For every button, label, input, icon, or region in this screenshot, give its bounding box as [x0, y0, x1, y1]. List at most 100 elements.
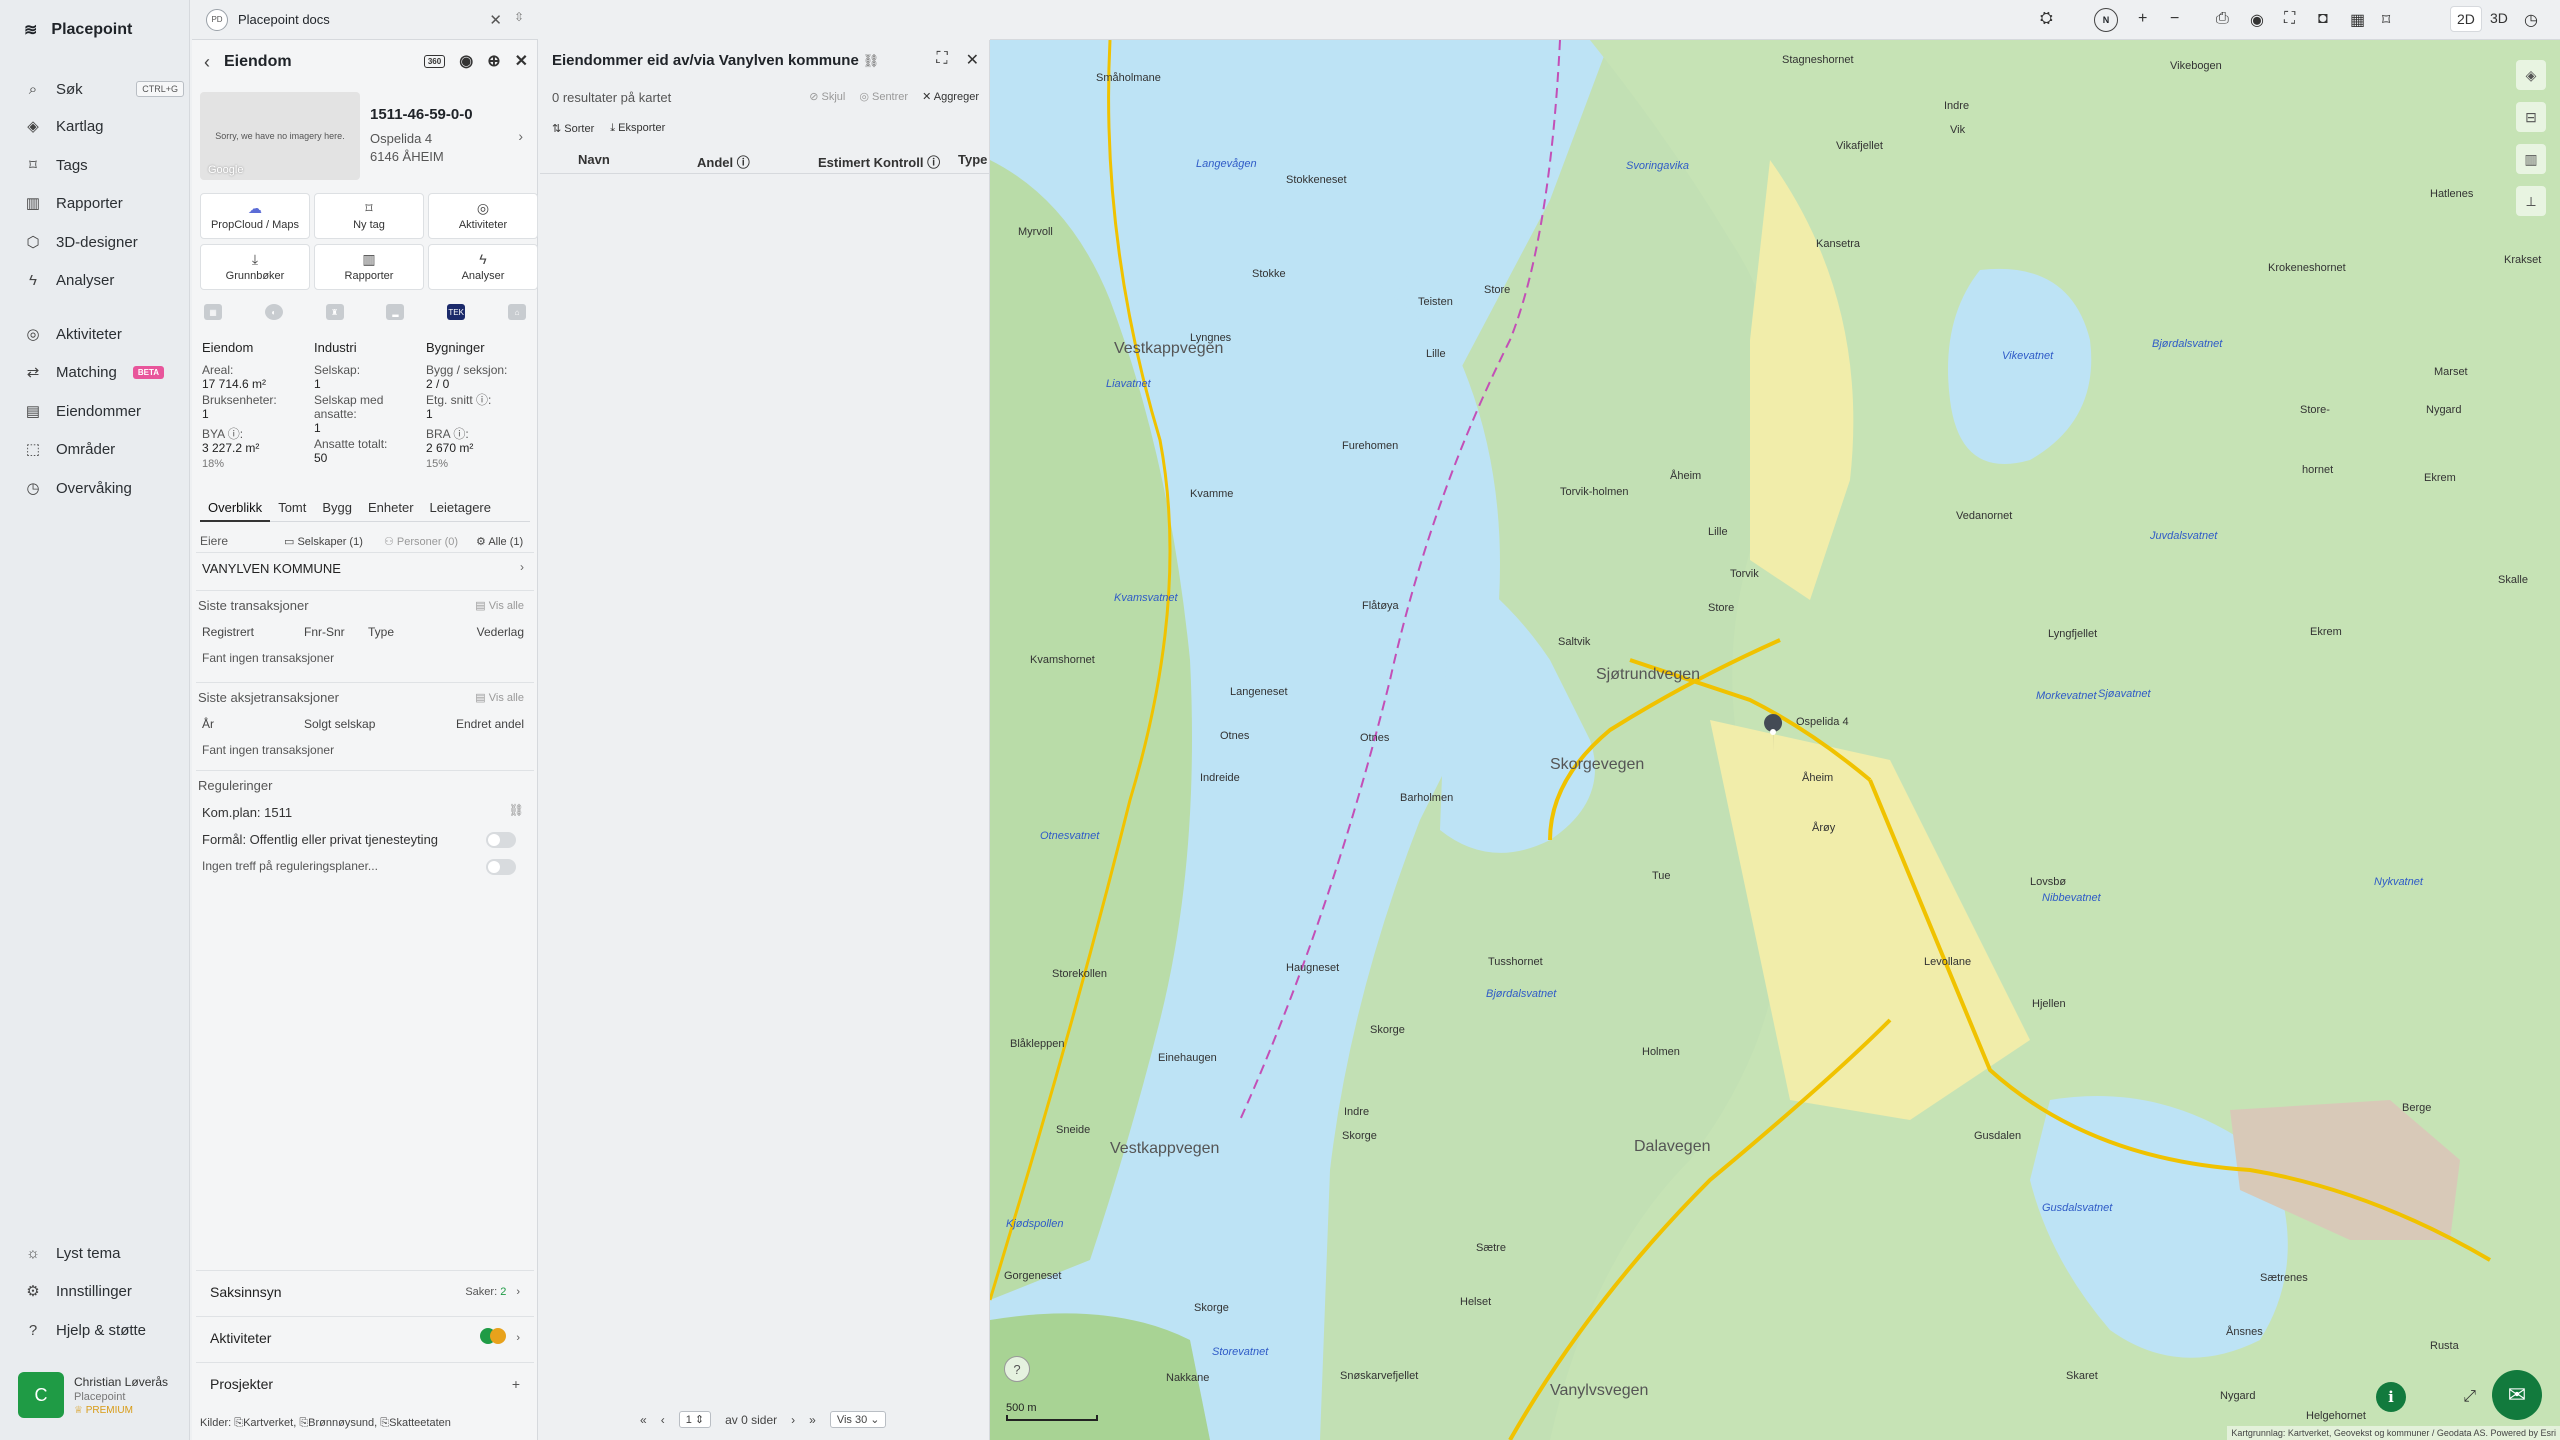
eye-icon[interactable]: ◉	[2250, 10, 2264, 30]
map-chart-icon[interactable]: ▥	[2516, 144, 2546, 174]
back-arrow-icon[interactable]: ‹	[204, 52, 210, 73]
source-bronnoysund[interactable]: ⎘Brønnøysund,	[299, 1417, 377, 1429]
property-thumbnail[interactable]: Sorry, we have no imagery here. Google	[200, 92, 360, 180]
link-icon[interactable]: ⛓	[863, 53, 880, 68]
nav-item-help[interactable]: ? Hjelp & støtte	[24, 1316, 184, 1344]
tab-bygg[interactable]: Bygg	[314, 498, 360, 522]
analyses-button[interactable]: ϟ Analyser	[428, 244, 538, 290]
nav-item-3d-designer[interactable]: ⬡ 3D-designer	[24, 228, 184, 256]
nav-item-omrader[interactable]: ⬚ Områder	[24, 435, 184, 463]
accordion-aktiviteter[interactable]: Aktiviteter ›	[196, 1316, 534, 1358]
home-icon[interactable]: ⌂	[507, 304, 526, 320]
compass-icon[interactable]: N	[2094, 8, 2118, 32]
user-profile[interactable]: C Christian Løverås Placepoint ♕ PREMIUM	[18, 1372, 168, 1418]
layers-3d-icon[interactable]: ⛭	[2040, 10, 2053, 28]
bookmark-icon[interactable]: ⌑	[2382, 10, 2390, 30]
nav-item-rapporter[interactable]: ▥ Rapporter	[24, 189, 184, 217]
nav-item-kartlag[interactable]: ◈ Kartlag	[24, 112, 184, 140]
close-icon[interactable]: ✕	[966, 50, 979, 70]
export-button[interactable]: ⤓ Eksporter	[610, 122, 665, 135]
target-icon[interactable]: ⊕	[487, 51, 500, 71]
propcloud-button[interactable]: ☁ PropCloud / Maps	[200, 193, 310, 239]
grid-icon[interactable]: ▦	[2350, 10, 2365, 30]
tab-overblikk[interactable]: Overblikk	[200, 498, 271, 522]
map-ruler-icon[interactable]: ⊟	[2516, 102, 2546, 132]
new-tag-button[interactable]: ⌑ Ny tag	[314, 193, 424, 239]
zoom-in-icon[interactable]: +	[2138, 10, 2147, 28]
expand-icon[interactable]: ⤢	[2463, 1388, 2476, 1406]
chevron-right-icon[interactable]: ›	[520, 560, 524, 574]
camera-icon[interactable]: ◘	[2318, 10, 2328, 28]
accordion-saksinnsyn[interactable]: Saksinnsyn Saker: 2 ›	[196, 1270, 534, 1312]
nav-item-eiendommer[interactable]: ▤ Eiendommer	[24, 397, 184, 425]
sort-button[interactable]: ⇅ Sorter	[552, 122, 594, 135]
chevron-right-icon[interactable]: ›	[518, 128, 523, 144]
tek-icon[interactable]: TEK	[447, 304, 466, 320]
close-icon[interactable]: ✕	[489, 11, 502, 29]
city-icon[interactable]: ♜	[325, 304, 344, 320]
filter-all[interactable]: ⚙ Alle (1)	[476, 535, 523, 548]
brand[interactable]: ≋ Placepoint	[24, 20, 132, 40]
link-icon[interactable]: ⛓	[509, 803, 524, 817]
map-layers-icon[interactable]: ◈	[2516, 60, 2546, 90]
tab-leietagere[interactable]: Leietagere	[422, 498, 499, 522]
accordion-prosjekter[interactable]: Prosjekter +	[196, 1362, 534, 1404]
prev-page-icon[interactable]: ‹	[661, 1413, 665, 1427]
page-size-select[interactable]: Vis 30 ⌄	[829, 1411, 887, 1428]
view-2d-button[interactable]: 2D	[2450, 6, 2482, 32]
view-3d-button[interactable]: 3D	[2484, 6, 2514, 30]
register-icon[interactable]: ▦	[204, 304, 222, 320]
first-page-icon[interactable]: «	[640, 1413, 647, 1427]
filter-companies[interactable]: ▭ Selskaper (1)	[284, 535, 363, 548]
col-header-navn[interactable]: Navn	[578, 152, 610, 167]
aggregate-button[interactable]: ✕ Aggreger	[922, 90, 979, 103]
nav-item-matching[interactable]: ⇄ Matching BETA	[24, 358, 184, 386]
print-icon[interactable]: ⎙	[2216, 10, 2229, 28]
eye-icon[interactable]: ◉	[459, 51, 473, 71]
nav-item-search[interactable]: ⌕ Søk CTRL+G	[24, 75, 184, 103]
col-header-type[interactable]: Type	[958, 152, 987, 167]
col-header-andel[interactable]: Andel ⓘ	[697, 152, 750, 171]
tab-enheter[interactable]: Enheter	[360, 498, 422, 522]
last-page-icon[interactable]: »	[809, 1413, 816, 1427]
chat-support-icon[interactable]: ✉	[2492, 1370, 2542, 1420]
zoom-out-icon[interactable]: −	[2170, 10, 2179, 28]
nav-item-overvaking[interactable]: ◷ Overvåking	[24, 474, 184, 502]
view-360-icon[interactable]: 360	[423, 54, 446, 68]
owner-row[interactable]: VANYLVEN KOMMUNE	[202, 561, 341, 576]
center-button[interactable]: ◎ Sentrer	[859, 90, 908, 103]
nav-item-tags[interactable]: ⌑ Tags	[24, 151, 184, 179]
expand-icon[interactable]: ⛶	[936, 50, 947, 70]
docs-tab[interactable]: PD Placepoint docs ✕ ⇳	[192, 0, 538, 40]
tab-tomt[interactable]: Tomt	[270, 498, 314, 522]
signal-icon[interactable]: ▂	[386, 304, 405, 320]
filter-persons[interactable]: ⚇ Personer (0)	[384, 535, 458, 548]
purpose-toggle[interactable]	[486, 832, 516, 848]
nav-item-light-theme[interactable]: ☼ Lyst tema	[24, 1239, 184, 1267]
nav-item-aktiviteter[interactable]: ◎ Aktiviteter	[24, 320, 184, 348]
activities-button[interactable]: ◎ Aktiviteter	[428, 193, 538, 239]
fullscreen-icon[interactable]: ⛶	[2284, 10, 2295, 28]
col-header-kontroll[interactable]: Estimert Kontroll ⓘ	[818, 152, 940, 171]
page-input[interactable]: 1 ⇕	[678, 1411, 712, 1428]
map-canvas[interactable]: Småholmane Stagneshornet Stokkeneset Sto…	[990, 40, 2560, 1440]
map-measure-icon[interactable]: ⟂	[2516, 186, 2546, 216]
plans-toggle[interactable]	[486, 859, 516, 875]
show-all-link[interactable]: ▤ Vis alle	[475, 691, 524, 704]
next-page-icon[interactable]: ›	[791, 1413, 795, 1427]
nav-item-settings[interactable]: ⚙ Innstillinger	[24, 1277, 184, 1305]
close-icon[interactable]: ✕	[515, 51, 528, 71]
globe-icon[interactable]: ◐	[264, 304, 283, 320]
nav-item-analyser[interactable]: ϟ Analyser	[24, 266, 184, 294]
add-project-icon[interactable]: +	[512, 1376, 520, 1392]
source-skatteetaten[interactable]: ⎘Skatteetaten	[380, 1417, 451, 1429]
chevron-updown-icon[interactable]: ⇳	[514, 10, 524, 24]
reports-button[interactable]: ▥ Rapporter	[314, 244, 424, 290]
info-icon[interactable]: i	[2376, 1382, 2406, 1412]
show-all-link[interactable]: ▤ Vis alle	[475, 599, 524, 612]
source-kartverket[interactable]: ⎘Kartverket,	[234, 1417, 296, 1429]
hide-button[interactable]: ⊘ Skjul	[809, 90, 845, 103]
map-help-icon[interactable]: ?	[1004, 1356, 1030, 1382]
grunnboker-button[interactable]: ⤓ Grunnbøker	[200, 244, 310, 290]
time-icon[interactable]: ◷	[2524, 10, 2538, 30]
